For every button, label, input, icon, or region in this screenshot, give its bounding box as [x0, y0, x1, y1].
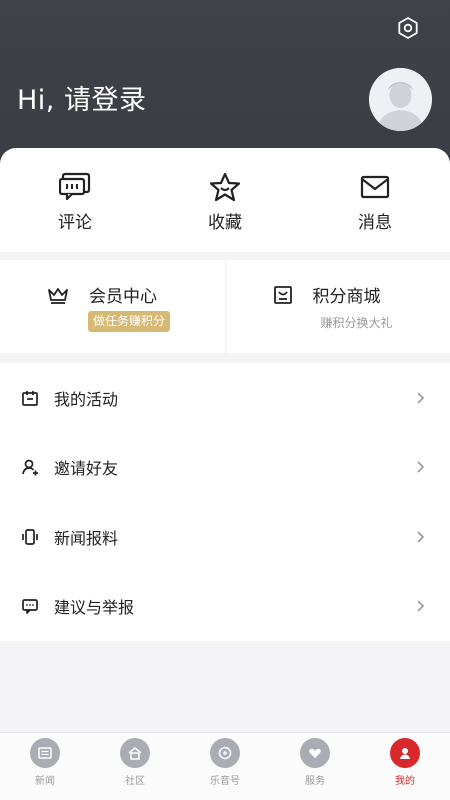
menu-item-invite-friends[interactable]: 邀请好友: [0, 433, 450, 503]
chevron-right-icon: [417, 531, 425, 543]
menu-list: 我的活动 邀请好友 新闻报料 建议与举报: [0, 363, 450, 641]
tab-label: 新闻: [35, 776, 55, 787]
messages-button[interactable]: 消息: [300, 148, 450, 252]
tab-label: 社区: [125, 776, 145, 787]
tab-community[interactable]: 社区: [90, 733, 180, 800]
points-mall-title: 积分商城: [312, 287, 381, 307]
messages-label: 消息: [358, 213, 392, 233]
menu-item-label: 邀请好友: [54, 459, 119, 479]
login-prompt[interactable]: Hi, 请登录: [17, 78, 146, 117]
menu-item-label: 新闻报料: [54, 528, 119, 548]
favorites-label: 收藏: [208, 213, 242, 233]
points-mall-button[interactable]: 积分商城 赚积分换大礼: [224, 260, 450, 353]
menu-item-news-tips[interactable]: 新闻报料: [0, 502, 450, 572]
tab-label: 乐音号: [210, 776, 240, 787]
menu-item-feedback-report[interactable]: 建议与举报: [0, 572, 450, 642]
quick-actions-card: 评论 收藏 消息: [0, 148, 450, 252]
member-task-badge: 做任务赚积分: [88, 311, 171, 332]
menu-item-label: 建议与举报: [54, 598, 135, 618]
membership-card: 会员中心 做任务赚积分 积分商城 赚积分换大礼: [0, 260, 450, 353]
calendar-icon: [22, 390, 38, 406]
tab-label: 服务: [305, 776, 325, 787]
chevron-right-icon: [417, 392, 425, 404]
phone-vibrate-icon: [22, 528, 38, 545]
store-icon: [273, 285, 292, 304]
favorites-button[interactable]: 收藏: [150, 148, 300, 252]
tab-music[interactable]: 乐音号: [180, 733, 270, 800]
tab-label: 我的: [395, 776, 415, 787]
crown-icon: [48, 287, 68, 304]
member-center-title: 会员中心: [89, 287, 157, 307]
bottom-tab-bar: 新闻 社区 乐音号 服务 我的: [0, 732, 450, 800]
home-icon: [120, 738, 150, 768]
chat-bubble-icon: [22, 599, 38, 615]
tab-news[interactable]: 新闻: [0, 733, 90, 800]
tab-services[interactable]: 服务: [270, 733, 360, 800]
add-user-icon: [22, 459, 38, 476]
menu-item-label: 我的活动: [54, 389, 119, 409]
user-avatar-placeholder-icon: [369, 68, 432, 131]
tab-mine[interactable]: 我的: [360, 733, 450, 800]
comments-button[interactable]: 评论: [0, 148, 150, 252]
avatar[interactable]: [369, 68, 432, 131]
points-mall-subtitle: 赚积分换大礼: [320, 316, 393, 330]
star-icon: [209, 172, 241, 202]
member-center-button[interactable]: 会员中心 做任务赚积分: [0, 260, 225, 353]
chevron-right-icon: [417, 461, 425, 473]
music-disc-icon: [210, 738, 240, 768]
mail-icon: [360, 175, 390, 199]
comments-label: 评论: [58, 213, 92, 233]
menu-item-my-activities[interactable]: 我的活动: [0, 363, 450, 433]
user-icon: [390, 738, 420, 768]
news-icon: [30, 738, 60, 768]
heart-hands-icon: [300, 738, 330, 768]
settings-icon[interactable]: [396, 16, 420, 40]
chevron-right-icon: [417, 600, 425, 612]
comment-icon: [59, 172, 91, 201]
